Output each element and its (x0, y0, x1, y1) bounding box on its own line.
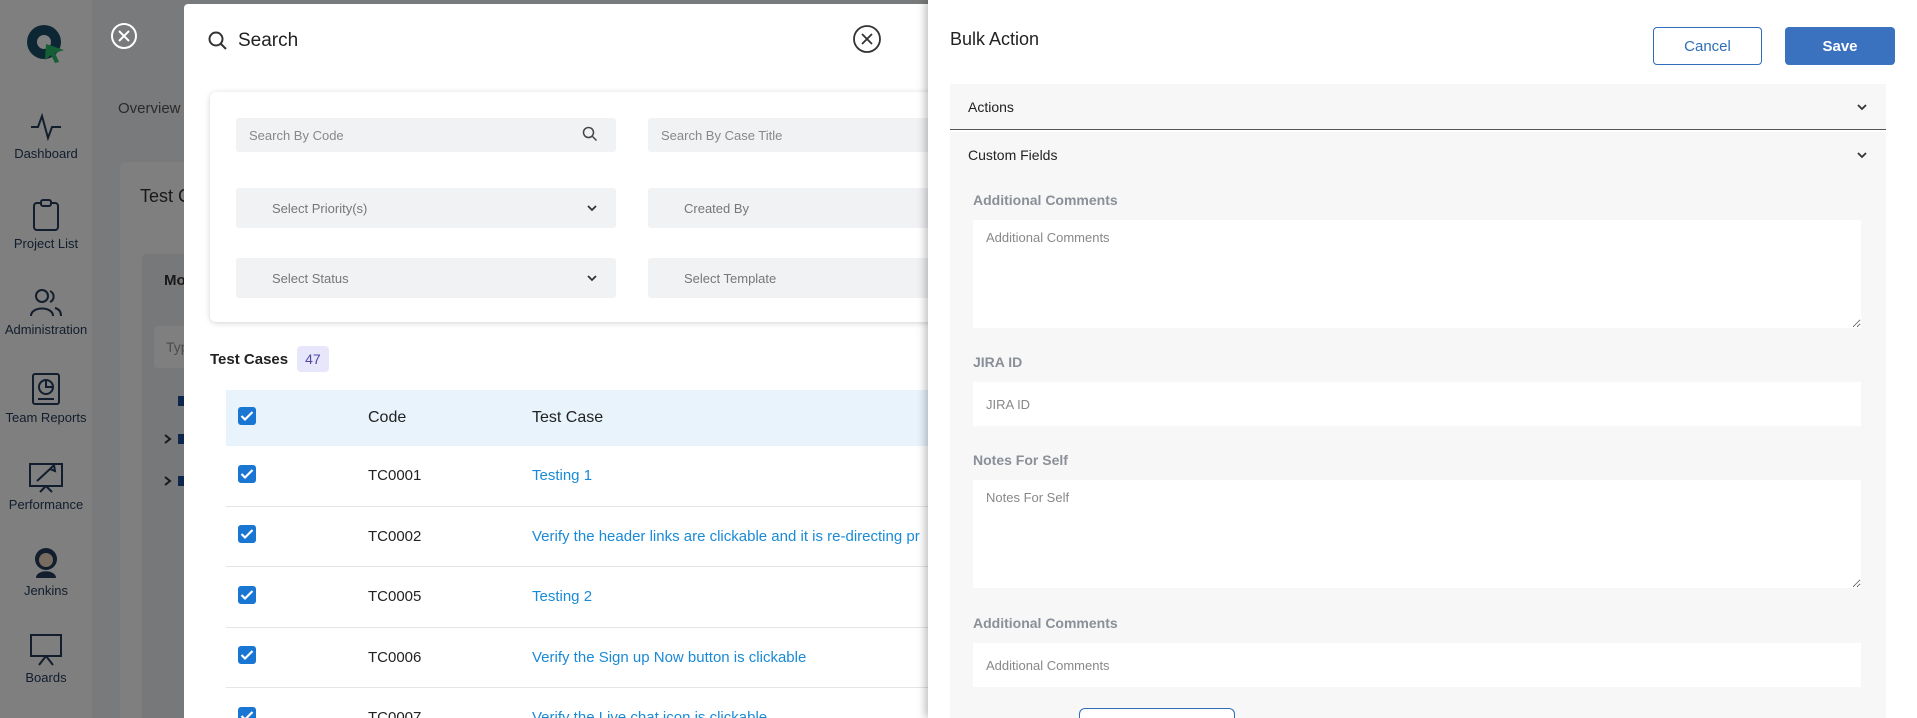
priority-select[interactable]: Select Priority(s) (236, 188, 616, 228)
table-row: TC0002 Verify the header links are click… (226, 507, 974, 567)
custom-fields-accordion-label: Custom Fields (968, 147, 1058, 163)
row-code: TC0007 (368, 709, 422, 718)
search-by-code-field[interactable] (236, 118, 616, 152)
check-icon (240, 589, 254, 600)
row-checkbox[interactable] (238, 464, 256, 483)
close-icon[interactable] (110, 22, 138, 50)
notes-for-self-label: Notes For Self (973, 452, 1068, 468)
check-icon (240, 710, 254, 718)
close-search-icon[interactable] (852, 24, 882, 54)
additional-comments-label: Additional Comments (973, 192, 1118, 208)
row-checkbox[interactable] (238, 706, 256, 718)
check-icon (240, 410, 254, 421)
template-select-label: Select Template (684, 270, 777, 286)
test-cases-count-badge: 47 (297, 346, 329, 372)
select-all-checkbox[interactable] (238, 406, 256, 425)
row-check-cell (226, 646, 368, 668)
search-header: Search (208, 30, 298, 52)
filter-card: Select Priority(s) Created By Select Sta… (210, 92, 974, 322)
test-cases-title: Test Cases (210, 350, 289, 368)
test-cases-table: Code Test Case TC0001 Testing 1 TC0002 V… (226, 390, 974, 718)
row-check-cell (226, 706, 368, 718)
cancel-button[interactable]: Cancel (1653, 27, 1762, 65)
created-by-label: Created By (684, 200, 750, 216)
additional-comments-2-label: Additional Comments (973, 615, 1118, 631)
check-icon (240, 529, 254, 540)
search-panel: Search Select Priority(s) Created By Sel… (184, 4, 974, 718)
table-row: TC0001 Testing 1 (226, 446, 974, 507)
search-by-code-input[interactable] (236, 127, 616, 143)
column-header-code[interactable]: Code (368, 409, 532, 427)
row-test-case-link[interactable]: Testing 1 (532, 467, 974, 484)
row-checkbox[interactable] (238, 585, 256, 604)
status-select[interactable]: Select Status (236, 258, 616, 298)
chevron-down-icon (587, 275, 597, 282)
sidebar-overlay (0, 0, 92, 718)
template-select[interactable]: Select Template (648, 258, 974, 298)
search-by-case-title-input[interactable] (648, 127, 974, 143)
chevron-down-icon (587, 205, 597, 212)
search-icon[interactable] (582, 126, 598, 142)
search-by-case-title-field[interactable] (648, 118, 974, 152)
test-cases-heading: Test Cases 47 (210, 346, 329, 372)
row-test-case-link[interactable]: Verify the Live chat icon is clickable (532, 709, 974, 718)
row-test-case-link[interactable]: Verify the Sign up Now button is clickab… (532, 649, 974, 666)
row-check-cell (226, 585, 368, 608)
additional-comments-2-input[interactable] (973, 643, 1861, 687)
row-test-case-link[interactable]: Verify the header links are clickable an… (532, 528, 974, 545)
jira-id-input[interactable] (973, 382, 1861, 426)
chevron-down-icon (1857, 104, 1867, 111)
row-code: TC0001 (368, 467, 422, 485)
additional-comments-textarea[interactable] (973, 220, 1861, 328)
table-row: TC0007 Verify the Live chat icon is clic… (226, 688, 974, 718)
column-header-test-case[interactable]: Test Case (532, 409, 974, 427)
check-icon (240, 468, 254, 479)
search-icon (208, 31, 227, 50)
table-row: TC0006 Verify the Sign up Now button is … (226, 628, 974, 688)
partial-button[interactable] (1079, 708, 1235, 718)
jira-id-label: JIRA ID (973, 354, 1023, 370)
row-code: TC0006 (368, 648, 422, 666)
save-button[interactable]: Save (1785, 27, 1895, 65)
actions-accordion-header[interactable]: Actions (950, 84, 1886, 130)
status-select-label: Select Status (272, 270, 349, 286)
row-checkbox[interactable] (238, 646, 256, 665)
table-header-row: Code Test Case (226, 390, 974, 446)
row-code: TC0002 (368, 527, 422, 545)
row-test-case-link[interactable]: Testing 2 (532, 588, 974, 605)
table-row: TC0005 Testing 2 (226, 567, 974, 628)
custom-fields-accordion-header[interactable]: Custom Fields (950, 132, 1886, 178)
row-checkbox[interactable] (238, 525, 256, 544)
row-check-cell (226, 525, 368, 547)
select-all-cell (226, 406, 368, 430)
created-by-select[interactable]: Created By (648, 188, 974, 228)
notes-for-self-textarea[interactable] (973, 480, 1861, 588)
row-code: TC0005 (368, 588, 422, 606)
row-check-cell (226, 464, 368, 487)
priority-select-label: Select Priority(s) (272, 200, 368, 216)
bulk-action-panel: Bulk Action Cancel Save Actions Custom F… (928, 0, 1917, 718)
actions-accordion-label: Actions (968, 98, 1014, 115)
search-title: Search (238, 30, 299, 51)
check-icon (240, 650, 254, 661)
bulk-action-title: Bulk Action (950, 29, 1040, 49)
custom-fields-body: Additional Comments JIRA ID Notes For Se… (950, 178, 1886, 718)
chevron-down-icon (1857, 152, 1867, 159)
